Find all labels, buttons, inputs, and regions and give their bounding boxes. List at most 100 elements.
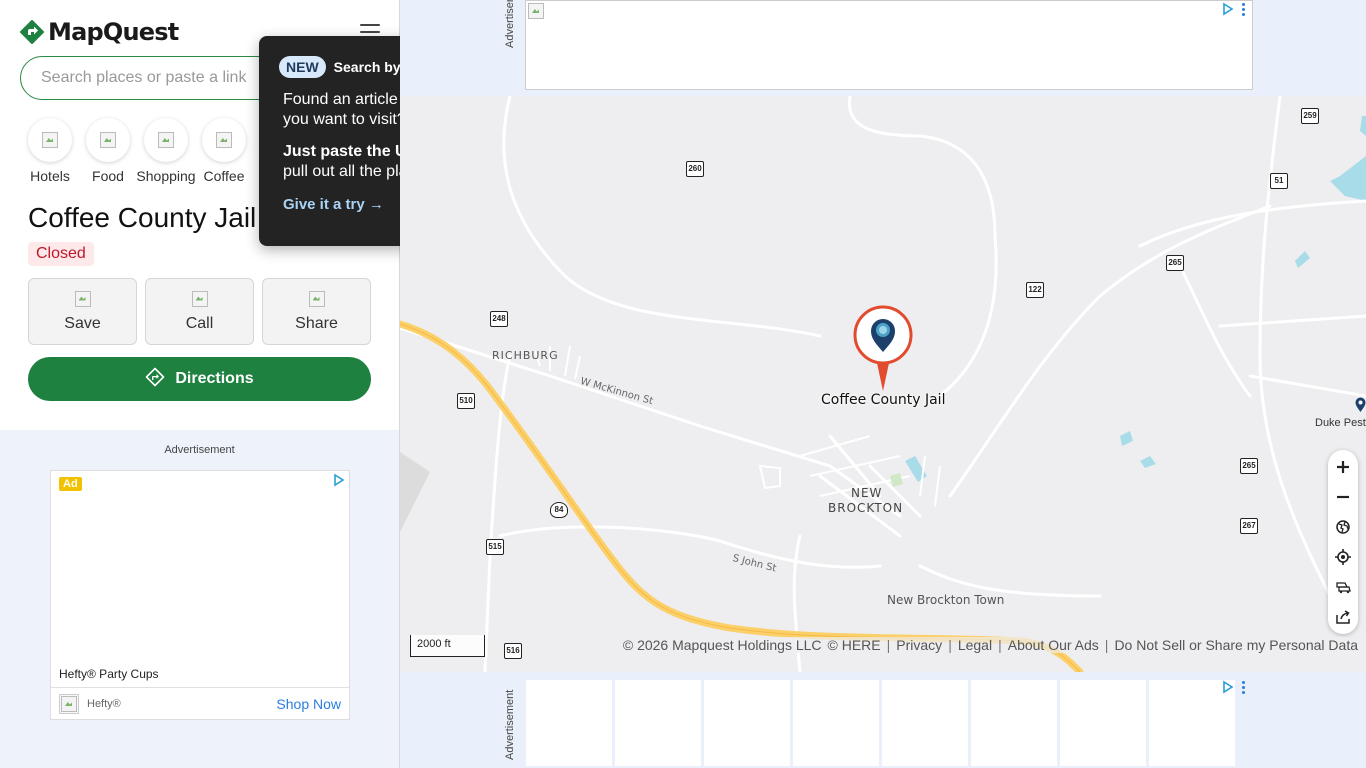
category-food[interactable]: Food — [82, 118, 134, 184]
poi-pin-icon[interactable] — [1355, 397, 1366, 413]
save-button[interactable]: Save — [28, 278, 137, 345]
zoom-out-icon — [1337, 495, 1349, 499]
share-icon — [1336, 610, 1350, 624]
ad-tile[interactable] — [1060, 680, 1146, 766]
directions-label: Directions — [175, 370, 254, 387]
place-actions: Save Call Share — [28, 278, 371, 345]
ad-badge: Ad — [59, 477, 82, 491]
category-hotels[interactable]: Hotels — [24, 118, 76, 184]
place-label: NEW — [851, 486, 883, 500]
traffic-icon — [1336, 582, 1351, 594]
globe-icon — [1336, 520, 1350, 534]
ad-tile[interactable] — [793, 680, 879, 766]
zoom-in-button[interactable] — [1328, 452, 1358, 482]
route-shield: 267 — [1240, 518, 1258, 534]
locate-icon — [1335, 549, 1351, 565]
traffic-button[interactable] — [1328, 572, 1358, 602]
ad-controls — [1222, 2, 1245, 16]
ad-headline[interactable]: Hefty® Party Cups — [59, 667, 159, 681]
scale-bar: 2000 ft — [410, 635, 485, 657]
here-credit[interactable]: © HERE — [828, 637, 881, 653]
place-title: Coffee County Jail — [28, 202, 257, 233]
route-shield: 265 — [1240, 458, 1258, 474]
ad-brand-logo — [59, 694, 79, 714]
place-label: New Brockton Town — [887, 593, 1005, 607]
share-map-button[interactable] — [1328, 602, 1358, 632]
logo-arrow-icon — [20, 20, 44, 44]
logo-text: MapQuest — [48, 18, 179, 46]
coffee-icon — [216, 132, 232, 148]
category-label: Food — [92, 168, 124, 184]
bottom-banner-ad: Advertisement — [400, 672, 1366, 768]
ad-footer: Hefty® Shop Now — [51, 687, 349, 720]
ad-tile[interactable] — [971, 680, 1057, 766]
ad-vertical-label: Advertisement — [504, 689, 516, 760]
ad-tile[interactable] — [704, 680, 790, 766]
route-shield: 265 — [1166, 255, 1184, 271]
ad-tile-row — [526, 680, 1235, 766]
globe-button[interactable] — [1328, 512, 1358, 542]
ad-vertical-label: Advertisement — [504, 0, 516, 48]
route-shield: 515 — [486, 539, 504, 555]
banner-image-icon — [528, 3, 544, 19]
legal-link[interactable]: Legal — [958, 637, 992, 653]
poi-label[interactable]: Duke Pest — [1315, 417, 1366, 429]
map-controls — [1328, 450, 1358, 634]
copyright-text: © 2026 Mapquest Holdings LLC — [622, 637, 822, 653]
category-coffee[interactable]: Coffee — [198, 118, 250, 184]
do-not-sell-link[interactable]: Do Not Sell or Share my Personal Data — [1114, 637, 1358, 653]
shopping-icon — [158, 132, 174, 148]
ad-brand: Hefty® — [87, 698, 121, 710]
sidebar-ad: Advertisement Ad Hefty® Party Cups Hefty… — [0, 430, 399, 768]
call-button[interactable]: Call — [145, 278, 254, 345]
route-shield: 259 — [1301, 108, 1319, 124]
ad-label: Advertisement — [164, 444, 235, 456]
directions-button[interactable]: Directions — [28, 357, 371, 401]
ad-tile[interactable] — [526, 680, 612, 766]
phone-icon — [191, 290, 208, 307]
mapquest-logo[interactable]: MapQuest — [20, 18, 179, 46]
location-marker[interactable] — [853, 305, 913, 393]
place-label: RICHBURG — [492, 349, 559, 362]
map-canvas[interactable]: 259 260 51 265 122 248 510 84 515 516 26… — [400, 96, 1366, 672]
ad-card[interactable]: Ad Hefty® Party Cups Hefty® Shop Now — [50, 470, 350, 720]
call-label: Call — [185, 314, 214, 332]
adchoices-icon[interactable] — [1222, 680, 1234, 694]
ad-options-icon[interactable] — [1242, 2, 1245, 16]
adchoices-icon[interactable] — [333, 473, 345, 487]
privacy-link[interactable]: Privacy — [896, 637, 942, 653]
route-shield: 510 — [457, 393, 475, 409]
share-button[interactable]: Share — [262, 278, 371, 345]
route-shield: 51 — [1270, 173, 1288, 189]
ad-tile[interactable] — [615, 680, 701, 766]
category-label: Coffee — [203, 168, 245, 184]
route-shield: 248 — [490, 311, 508, 327]
ad-options-icon[interactable] — [1242, 680, 1245, 694]
top-banner-ad: Advertisement — [400, 0, 1366, 96]
route-shield: 516 — [504, 643, 522, 659]
ad-tile[interactable] — [882, 680, 968, 766]
locate-button[interactable] — [1328, 542, 1358, 572]
zoom-out-button[interactable] — [1328, 482, 1358, 512]
directions-icon — [145, 367, 165, 392]
about-ads-link[interactable]: About Our Ads — [1008, 637, 1099, 653]
adchoices-icon[interactable] — [1222, 2, 1234, 16]
share-label: Share — [295, 314, 338, 332]
marker-label[interactable]: Coffee County Jail — [821, 392, 945, 408]
route-shield: 260 — [686, 161, 704, 177]
shop-now-link[interactable]: Shop Now — [276, 696, 341, 712]
hotel-icon — [42, 132, 58, 148]
place-label: BROCKTON — [828, 501, 904, 515]
category-list: Hotels Food Shopping Coffee — [24, 118, 250, 184]
map-pin-icon — [853, 305, 913, 391]
save-label: Save — [64, 314, 101, 332]
save-icon — [74, 290, 91, 307]
category-shopping[interactable]: Shopping — [136, 118, 196, 184]
ad-controls — [1222, 680, 1245, 694]
banner-ad-slot[interactable] — [525, 0, 1253, 90]
new-badge: NEW — [279, 56, 326, 78]
share-icon — [308, 290, 325, 307]
status-badge: Closed — [28, 242, 94, 266]
category-label: Hotels — [30, 168, 70, 184]
food-icon — [100, 132, 116, 148]
